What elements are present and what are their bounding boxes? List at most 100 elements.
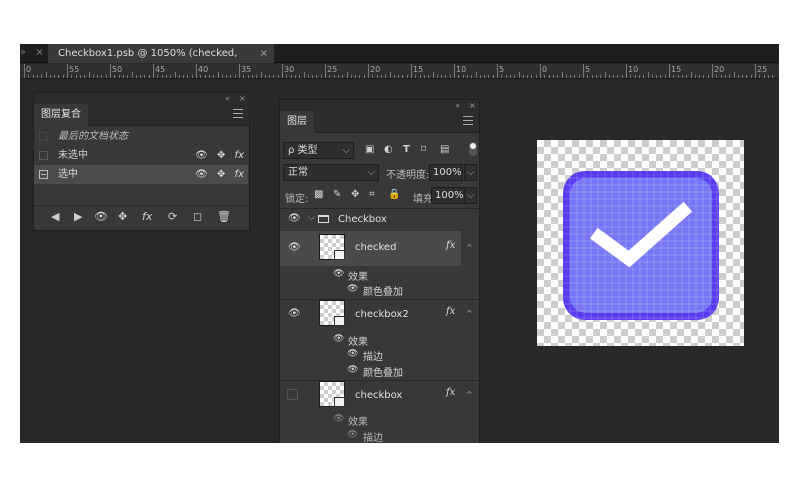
- eye-icon[interactable]: 👁: [195, 169, 208, 180]
- position-comp-icon[interactable]: ✥: [118, 210, 127, 223]
- ruler-tick: [565, 75, 567, 78]
- lock-all-icon[interactable]: 🔒: [388, 189, 400, 200]
- fx-icon[interactable]: fx: [235, 169, 244, 180]
- ruler-tick: [183, 75, 185, 78]
- blend-mode-select[interactable]: 正常 ⌵: [283, 164, 379, 181]
- ruler-tick: [256, 75, 258, 78]
- ruler-tick: [299, 75, 301, 78]
- list-item-last-document-state[interactable]: 最后的文档状态: [34, 127, 248, 146]
- checkbox-icon[interactable]: [39, 151, 48, 160]
- ruler-tick: [458, 75, 460, 78]
- ruler-tick: [501, 75, 503, 78]
- eye-icon[interactable]: 👁: [347, 284, 358, 294]
- close-icon[interactable]: ×: [35, 47, 43, 58]
- ruler-tick: [355, 75, 357, 78]
- delete-comp-icon[interactable]: 🗑: [217, 210, 231, 223]
- ruler-tick: [247, 75, 249, 78]
- opacity-input[interactable]: 100%: [429, 164, 463, 181]
- eye-icon[interactable]: 👁: [288, 308, 301, 319]
- ruler-tick: [88, 72, 90, 78]
- move-icon[interactable]: ✥: [217, 169, 225, 180]
- fx-icon[interactable]: fx: [446, 240, 455, 251]
- move-icon[interactable]: ✥: [217, 150, 225, 161]
- last-state-label: 最后的文档状态: [58, 131, 128, 142]
- eye-icon[interactable]: 👁: [347, 349, 358, 359]
- opacity-dropdown[interactable]: ⌵: [464, 164, 477, 181]
- ruler-label: 45: [155, 65, 166, 74]
- layer-row-checkbox[interactable]: checkbox fx: [280, 378, 480, 413]
- filter-type-icon[interactable]: T: [403, 144, 410, 155]
- list-item-comp-unchecked[interactable]: 未选中 👁 ✥ fx: [34, 146, 248, 165]
- ruler-tick: [763, 75, 765, 78]
- previous-comp-icon[interactable]: ◀: [51, 210, 59, 223]
- ruler-tick: [226, 75, 228, 78]
- panel-menu-icon[interactable]: [463, 116, 473, 125]
- eye-icon[interactable]: 👁: [333, 414, 344, 424]
- ruler-tick: [574, 75, 576, 78]
- comp-row-icons: 👁 ✥ fx: [189, 165, 244, 184]
- fx-icon[interactable]: fx: [446, 306, 455, 317]
- lock-image-icon[interactable]: ✎: [333, 189, 341, 200]
- fill-input[interactable]: 100%: [431, 187, 465, 204]
- chevron-down-icon[interactable]: ⌵: [308, 213, 315, 223]
- chevron-up-icon[interactable]: ^: [466, 243, 473, 252]
- appearance-comp-icon[interactable]: fx: [142, 210, 152, 223]
- close-icon[interactable]: ×: [239, 93, 246, 104]
- filter-shape-icon[interactable]: ⌑: [421, 144, 426, 155]
- layer-filter-select[interactable]: ρ 类型 ⌵: [283, 142, 354, 159]
- filter-pixel-icon[interactable]: ▣: [365, 144, 374, 155]
- eye-icon[interactable]: 👁: [347, 365, 358, 375]
- checkbox-icon[interactable]: [39, 132, 48, 141]
- panel-menu-icon[interactable]: [233, 109, 243, 118]
- update-comp-icon[interactable]: ⟳: [168, 210, 177, 223]
- eye-icon[interactable]: 👁: [333, 334, 344, 344]
- tab-layers[interactable]: 图层: [280, 111, 314, 133]
- lock-position-icon[interactable]: ✥: [351, 189, 359, 200]
- layer-group-row[interactable]: 👁 ⌵ Checkbox: [280, 210, 480, 230]
- layer-row-checked[interactable]: 👁 checked fx: [280, 231, 461, 266]
- close-icon[interactable]: ×: [260, 44, 268, 63]
- lock-artboard-icon[interactable]: ⌗: [369, 189, 375, 200]
- document-canvas[interactable]: [537, 140, 744, 346]
- ruler-tick: [191, 75, 193, 78]
- ruler-label: 15: [413, 65, 424, 74]
- fill-dropdown[interactable]: ⌵: [464, 187, 477, 204]
- lock-transparent-icon[interactable]: ▩: [314, 189, 323, 200]
- visibility-comp-icon[interactable]: 👁: [94, 210, 108, 223]
- eye-icon[interactable]: 👁: [333, 269, 344, 279]
- eye-icon[interactable]: 👁: [288, 213, 301, 224]
- visibility-toggle-empty[interactable]: [287, 389, 298, 400]
- eye-icon[interactable]: 👁: [347, 430, 358, 440]
- ruler-tick: [260, 72, 262, 78]
- list-item-comp-checked[interactable]: 选中 👁 ✥ fx: [34, 165, 248, 184]
- close-icon[interactable]: ×: [469, 100, 476, 111]
- ruler-tick: [221, 75, 223, 78]
- comp-applied-icon[interactable]: [39, 170, 48, 179]
- filter-toggle-icon[interactable]: [469, 142, 477, 156]
- ruler-tick: [153, 64, 154, 78]
- eye-icon[interactable]: 👁: [288, 242, 301, 253]
- document-tab[interactable]: Checkbox1.psb @ 1050% (checked, RGB/8#) …: [48, 44, 274, 78]
- eye-icon[interactable]: 👁: [195, 150, 208, 161]
- ruler-label: 10: [628, 65, 639, 74]
- fx-icon[interactable]: fx: [235, 150, 244, 161]
- fx-icon[interactable]: fx: [446, 387, 455, 398]
- opacity-label: 不透明度:: [386, 170, 430, 181]
- previous-tab[interactable]: » ×: [20, 47, 50, 58]
- ruler-tick: [716, 75, 718, 78]
- chevron-up-icon[interactable]: ^: [466, 390, 473, 399]
- new-comp-icon[interactable]: ◻: [193, 210, 202, 223]
- collapse-icon[interactable]: «: [225, 93, 230, 104]
- ruler-tick: [84, 75, 86, 78]
- collapse-icon[interactable]: «: [455, 100, 460, 111]
- ruler-tick: [552, 75, 554, 78]
- layer-name: checkbox: [355, 390, 403, 401]
- next-comp-icon[interactable]: ▶: [74, 210, 82, 223]
- filter-adjustment-icon[interactable]: ◐: [384, 144, 393, 155]
- layer-row-checkbox2[interactable]: 👁 checkbox2 fx: [280, 297, 480, 332]
- ruler-tick: [58, 75, 60, 78]
- filter-smart-object-icon[interactable]: ▤: [440, 144, 449, 155]
- chevron-up-icon[interactable]: ^: [466, 309, 473, 318]
- tab-layer-comps[interactable]: 图层复合: [34, 104, 88, 126]
- ruler-label: 5: [585, 65, 591, 74]
